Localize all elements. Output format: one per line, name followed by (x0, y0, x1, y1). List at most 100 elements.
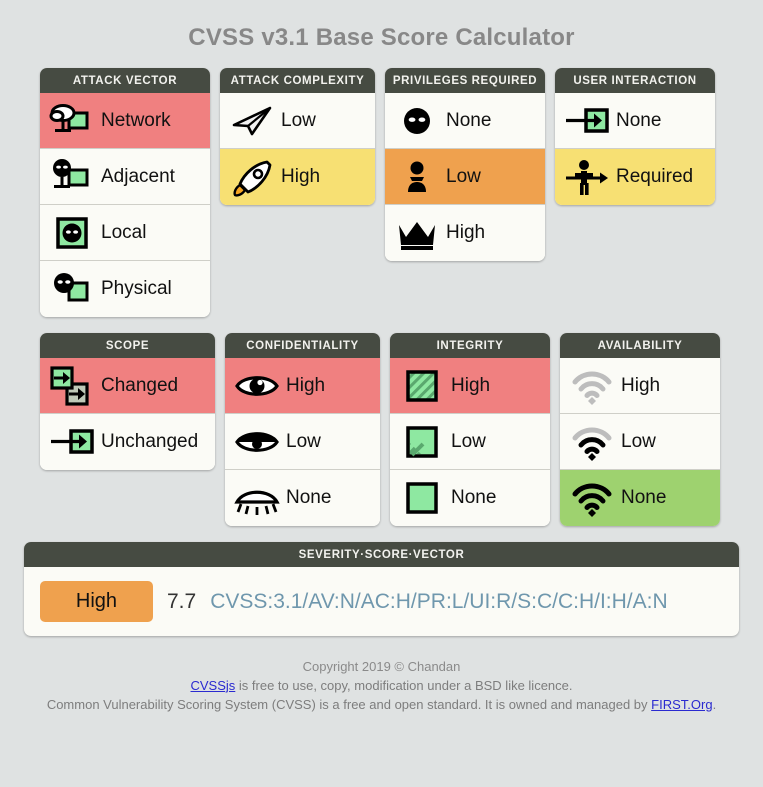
option-confidentiality-none[interactable]: None (225, 470, 380, 526)
paper-plane-icon (229, 101, 275, 141)
wifi-empty-icon (569, 366, 615, 406)
option-label: None (621, 487, 667, 508)
eye-open-icon (234, 366, 280, 406)
option-label: High (621, 374, 661, 396)
metric-header-integrity: INTEGRITY (390, 333, 550, 358)
square-plain-icon (399, 478, 445, 518)
option-label: Low (281, 109, 316, 131)
option-label: Physical (101, 278, 172, 299)
cvss-calculator-page: CVSS v3.1 Base Score Calculator ATTACK V… (0, 0, 763, 787)
rocket-icon (229, 157, 275, 197)
option-scope-unchanged[interactable]: Unchanged (40, 414, 215, 470)
footer-licence-line: CVSSjs is free to use, copy, modificatio… (0, 677, 763, 696)
option-label: None (616, 109, 662, 131)
option-attack-vector-physical[interactable]: Physical (40, 261, 210, 317)
option-attack-vector-local[interactable]: Local (40, 205, 210, 261)
metric-header-attack-vector: ATTACK VECTOR (40, 68, 210, 93)
option-label: Local (101, 221, 147, 243)
option-confidentiality-low[interactable]: Low (225, 414, 380, 470)
arrow-into-box-icon (49, 422, 95, 462)
option-label: None (446, 109, 492, 131)
option-label: Low (621, 430, 656, 452)
option-confidentiality-high[interactable]: High (225, 358, 380, 414)
metric-card-attack-complexity: ATTACK COMPLEXITY Low High (220, 68, 375, 205)
option-attack-vector-network[interactable]: Network (40, 93, 210, 149)
cvssjs-link[interactable]: CVSSjs (191, 678, 236, 693)
cloud-monitor-icon (49, 101, 95, 141)
option-label: Low (286, 430, 321, 452)
metric-header-scope: SCOPE (40, 333, 215, 358)
status-badge: High (40, 581, 153, 622)
ninja-square-icon (49, 269, 95, 309)
option-label: Required (616, 166, 694, 187)
option-label: None (286, 487, 332, 508)
metric-card-attack-vector: ATTACK VECTOR Network Adjacent Local Phy… (40, 68, 210, 317)
option-label: Changed (101, 374, 179, 396)
page-title: CVSS v3.1 Base Score Calculator (188, 24, 575, 51)
option-availability-none[interactable]: None (560, 470, 720, 526)
wifi-full-icon (569, 478, 615, 518)
footer-licence-text: is free to use, copy, modification under… (235, 677, 573, 693)
option-integrity-low[interactable]: Low (390, 414, 550, 470)
severity-header: SEVERITY·SCORE·VECTOR (24, 542, 739, 567)
option-label: Unchanged (101, 431, 199, 452)
option-label: Low (446, 165, 481, 187)
option-privileges-required-none[interactable]: None (385, 93, 545, 149)
ninja-monitor-icon (49, 157, 95, 197)
metric-header-user-interaction: USER INTERACTION (555, 68, 715, 93)
option-attack-vector-adjacent[interactable]: Adjacent (40, 149, 210, 205)
option-label: High (451, 374, 491, 396)
metric-card-scope: SCOPE Changed Unchanged (40, 333, 215, 470)
option-label: Adjacent (101, 165, 175, 187)
severity-vector-string[interactable]: CVSS:3.1/AV:N/AC:H/PR:L/UI:R/S:C/C:H/I:H… (210, 590, 667, 614)
option-availability-high[interactable]: High (560, 358, 720, 414)
option-attack-complexity-high[interactable]: High (220, 149, 375, 205)
severity-score: 7.7 (167, 589, 197, 613)
chess-pawn-icon (394, 157, 440, 197)
metrics-row-2: SCOPE Changed Unchanged CONFIDENTIALITY … (40, 333, 723, 526)
option-label: High (286, 374, 326, 396)
ninja-in-box-icon (49, 213, 95, 253)
footer-copyright: Copyright 2019 © Chandan (302, 659, 461, 674)
metric-card-availability: AVAILABILITY High Low None (560, 333, 720, 526)
option-label: None (451, 487, 497, 508)
option-privileges-required-high[interactable]: High (385, 205, 545, 261)
option-attack-complexity-low[interactable]: Low (220, 93, 375, 149)
arrow-into-box-icon (564, 101, 610, 141)
option-scope-changed[interactable]: Changed (40, 358, 215, 414)
option-user-interaction-required[interactable]: Required (555, 149, 715, 205)
square-hatched-part-icon (399, 422, 445, 462)
metric-header-privileges-required: PRIVILEGES REQUIRED (385, 68, 545, 93)
footer-standard-text: Common Vulnerability Scoring System (CVS… (46, 696, 652, 712)
option-label: Low (451, 430, 486, 452)
metric-header-attack-complexity: ATTACK COMPLEXITY (220, 68, 375, 93)
crown-icon (394, 213, 440, 253)
first-org-link[interactable]: FIRST.Org (651, 697, 712, 712)
eye-half-icon (234, 422, 280, 462)
metric-header-availability: AVAILABILITY (560, 333, 720, 358)
wifi-half-icon (569, 422, 615, 462)
option-label: High (281, 166, 321, 187)
footer-period: . (712, 696, 717, 712)
eye-closed-icon (234, 478, 280, 518)
option-privileges-required-low[interactable]: Low (385, 149, 545, 205)
severity-body: High 7.7 CVSS:3.1/AV:N/AC:H/PR:L/UI:R/S:… (24, 567, 739, 636)
metric-card-privileges-required: PRIVILEGES REQUIRED None Low High (385, 68, 545, 261)
square-hatched-full-icon (399, 366, 445, 406)
metric-header-confidentiality: CONFIDENTIALITY (225, 333, 380, 358)
ninja-head-icon (394, 101, 440, 141)
two-boxes-arrow-icon (49, 365, 95, 406)
option-integrity-high[interactable]: High (390, 358, 550, 414)
option-availability-low[interactable]: Low (560, 414, 720, 470)
metric-card-user-interaction: USER INTERACTION None Required (555, 68, 715, 205)
metric-card-integrity: INTEGRITY High Low None (390, 333, 550, 526)
option-integrity-none[interactable]: None (390, 470, 550, 526)
person-arrow-icon (564, 157, 610, 197)
option-user-interaction-none[interactable]: None (555, 93, 715, 149)
footer: Copyright 2019 © Chandan CVSSjs is free … (0, 658, 763, 715)
metric-card-confidentiality: CONFIDENTIALITY High Low None (225, 333, 380, 526)
metrics-board: ATTACK VECTOR Network Adjacent Local Phy… (0, 68, 763, 526)
option-label: High (446, 222, 486, 243)
footer-standard-line: Common Vulnerability Scoring System (CVS… (0, 696, 763, 715)
severity-panel: SEVERITY·SCORE·VECTOR High 7.7 CVSS:3.1/… (24, 542, 739, 636)
